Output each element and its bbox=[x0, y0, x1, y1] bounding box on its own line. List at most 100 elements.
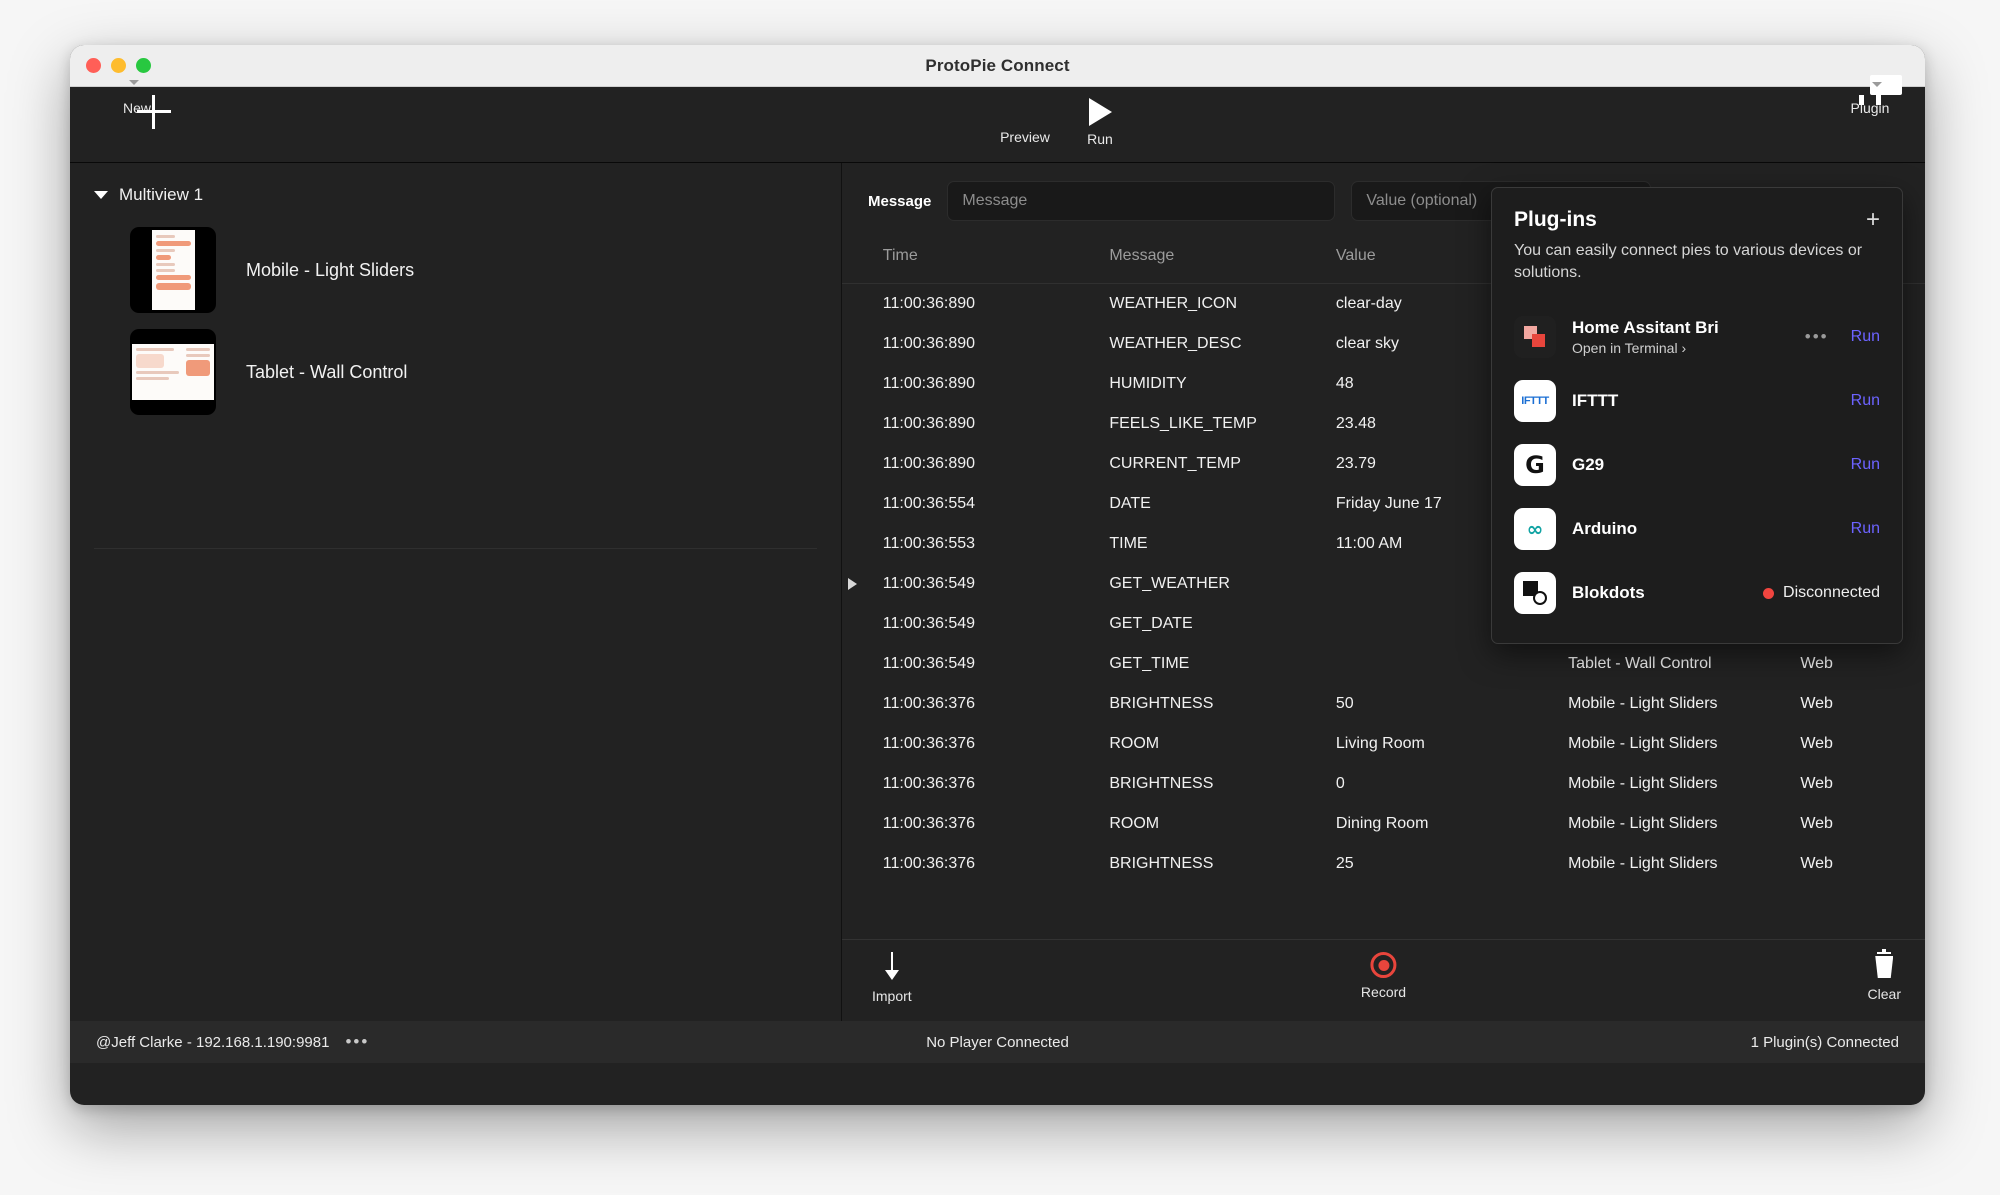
cell-type: Web bbox=[1800, 855, 1833, 872]
import-button[interactable]: Import bbox=[872, 952, 912, 1004]
cell-message: ROOM bbox=[1109, 735, 1160, 752]
window-title: ProtoPie Connect bbox=[925, 55, 1070, 75]
triangle-right-icon bbox=[848, 578, 857, 590]
divider bbox=[94, 548, 817, 549]
cell-message: CURRENT_TEMP bbox=[1109, 455, 1241, 472]
row-expand-spacer bbox=[842, 284, 883, 325]
clear-button[interactable]: Clear bbox=[1868, 949, 1901, 1002]
message-input[interactable] bbox=[947, 181, 1336, 221]
app-window: ProtoPie Connect New Preview Run Plugin … bbox=[70, 45, 1925, 1105]
cell-type: Web bbox=[1800, 695, 1833, 712]
plugin-run-button[interactable]: Run bbox=[1851, 520, 1880, 538]
row-expand-toggle[interactable] bbox=[842, 564, 883, 604]
cell-type: Web bbox=[1800, 775, 1833, 792]
plugin-text: Arduino bbox=[1572, 519, 1851, 539]
trash-icon bbox=[1873, 949, 1895, 980]
add-plugin-button[interactable]: + bbox=[1866, 208, 1880, 232]
plugin-run-button[interactable]: Run bbox=[1851, 392, 1880, 410]
plugin-button[interactable]: Plugin bbox=[1825, 75, 1915, 116]
status-dot-icon bbox=[1763, 587, 1775, 599]
table-row[interactable]: 11:00:36:376 ROOM Dining Room Mobile - Ligh… bbox=[842, 804, 1925, 844]
run-button[interactable]: Run bbox=[1055, 95, 1145, 147]
cell-message: WEATHER_ICON bbox=[1109, 295, 1238, 312]
plugin-run-button[interactable]: Run bbox=[1851, 328, 1880, 346]
pie-thumbnail bbox=[130, 227, 216, 313]
cell-source: Tablet - Wall Control bbox=[1568, 655, 1712, 672]
cell-type: Web bbox=[1800, 735, 1833, 752]
action-bar: Import Record Clear bbox=[842, 939, 1925, 1021]
home-assistant-icon bbox=[1514, 316, 1556, 359]
titlebar: ProtoPie Connect bbox=[70, 45, 1925, 87]
plugin-row[interactable]: IFTTT IFTTT Run bbox=[1514, 369, 1880, 433]
run-button-label: Run bbox=[1087, 131, 1113, 147]
pie-list: Mobile - Light Sliders Tablet - Wall Con… bbox=[70, 219, 841, 423]
table-row[interactable]: 11:00:36:376 BRIGHTNESS 0 Mobile - Light Sl… bbox=[842, 764, 1925, 804]
plugin-status-badge: Disconnected bbox=[1763, 584, 1880, 602]
cell-message: GET_TIME bbox=[1109, 655, 1190, 672]
plugin-row[interactable]: Home Assitant Bri Open in Terminal › ••• Ru… bbox=[1514, 305, 1880, 369]
table-row[interactable]: 11:00:36:376 BRIGHTNESS 25 Mobile - Light S… bbox=[842, 844, 1925, 884]
plugin-button-label: Plugin bbox=[1850, 100, 1890, 116]
arrow-down-icon bbox=[881, 952, 903, 982]
plugin-text: Blokdots bbox=[1572, 583, 1763, 603]
plugins-popover: Plug-ins + You can easily connect pies t… bbox=[1491, 187, 1903, 645]
cell-time: 11:00:36:549 bbox=[882, 655, 976, 672]
plugin-run-button[interactable]: Run bbox=[1851, 456, 1880, 474]
cell-source: Mobile - Light Sliders bbox=[1568, 695, 1718, 712]
table-row[interactable]: 11:00:36:376 ROOM Living Room Mobile - Ligh… bbox=[842, 724, 1925, 764]
cell-time: 11:00:36:549 bbox=[882, 615, 976, 632]
cell-type: Web bbox=[1800, 655, 1833, 672]
table-header-spacer bbox=[842, 237, 883, 284]
plugin-row[interactable]: Blokdots Disconnected bbox=[1514, 561, 1880, 625]
arduino-icon: ∞ bbox=[1514, 508, 1556, 551]
plugin-text: Home Assitant Bri Open in Terminal › bbox=[1572, 318, 1805, 356]
table-row[interactable]: 11:00:36:376 BRIGHTNESS 50 Mobile - Light S… bbox=[842, 684, 1925, 724]
new-button-label: New bbox=[122, 100, 151, 116]
cell-source: Mobile - Light Sliders bbox=[1568, 735, 1718, 752]
column-header-message[interactable]: Message bbox=[1109, 237, 1336, 284]
plugin-overflow-menu[interactable]: ••• bbox=[1805, 327, 1829, 347]
plugin-row[interactable]: ∞ Arduino Run bbox=[1514, 497, 1880, 561]
cell-message: FEELS_LIKE_TEMP bbox=[1109, 415, 1257, 432]
triangle-down-icon bbox=[94, 191, 108, 199]
preview-button-label: Preview bbox=[1000, 129, 1050, 145]
list-item[interactable]: Tablet - Wall Control bbox=[70, 321, 841, 423]
plugins-header: Plug-ins + bbox=[1514, 208, 1880, 232]
plugins-list: Home Assitant Bri Open in Terminal › ••• Ru… bbox=[1514, 305, 1880, 625]
cell-value: Dining Room bbox=[1335, 815, 1429, 832]
cell-message: DATE bbox=[1109, 495, 1151, 512]
cell-value: 0 bbox=[1335, 775, 1345, 792]
list-item[interactable]: Mobile - Light Sliders bbox=[70, 219, 841, 321]
ifttt-icon: IFTTT bbox=[1514, 380, 1556, 423]
record-button-label: Record bbox=[1360, 984, 1407, 1000]
plugin-name: Arduino bbox=[1572, 519, 1638, 539]
cell-value: Living Room bbox=[1335, 735, 1425, 752]
table-row[interactable]: 11:00:36:549 GET_TIME Tablet - Wall Contro… bbox=[842, 644, 1925, 684]
cell-time: 11:00:36:890 bbox=[882, 295, 976, 312]
multiview-group-header[interactable]: Multiview 1 bbox=[70, 163, 841, 205]
row-expand-spacer bbox=[842, 844, 883, 884]
plugin-name: Blokdots bbox=[1572, 583, 1645, 603]
plugin-row[interactable]: G G29 Run bbox=[1514, 433, 1880, 497]
record-button[interactable]: Record bbox=[1361, 952, 1406, 1000]
chevron-down-icon bbox=[129, 80, 139, 85]
cell-message: BRIGHTNESS bbox=[1109, 775, 1214, 792]
cell-time: 11:00:36:376 bbox=[882, 775, 976, 792]
plugin-name: IFTTT bbox=[1572, 391, 1619, 411]
row-expand-spacer bbox=[842, 764, 883, 804]
cell-time: 11:00:36:890 bbox=[882, 335, 976, 352]
cell-value: 25 bbox=[1335, 855, 1354, 872]
plugin-open-in-terminal-link[interactable]: Open in Terminal › bbox=[1572, 340, 1805, 356]
pie-name: Tablet - Wall Control bbox=[246, 361, 408, 382]
row-expand-spacer bbox=[842, 444, 883, 484]
blokdots-icon bbox=[1514, 572, 1556, 615]
plugin-status: 1 Plugin(s) Connected bbox=[1750, 1033, 1899, 1051]
cell-source: Mobile - Light Sliders bbox=[1568, 775, 1718, 792]
g29-icon: G bbox=[1514, 444, 1556, 487]
play-icon bbox=[1088, 98, 1112, 126]
cell-time: 11:00:36:376 bbox=[882, 855, 976, 872]
cell-message: BRIGHTNESS bbox=[1109, 855, 1214, 872]
new-button[interactable]: New bbox=[92, 80, 182, 116]
column-header-time[interactable]: Time bbox=[883, 237, 1110, 284]
cell-time: 11:00:36:549 bbox=[882, 575, 976, 592]
